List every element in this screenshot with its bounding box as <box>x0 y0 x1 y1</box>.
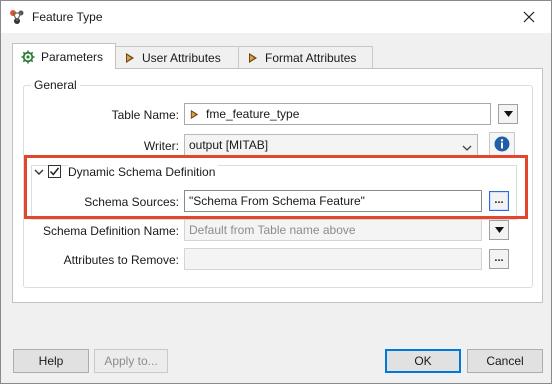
writer-info-button[interactable] <box>489 132 515 156</box>
attribute-arrow-icon <box>124 52 136 64</box>
ok-button[interactable]: OK <box>385 349 461 373</box>
schema-sources-value: "Schema From Schema Feature" <box>189 194 365 208</box>
tab-format-attributes[interactable]: Format Attributes <box>238 46 373 68</box>
general-group-title: General <box>31 78 80 92</box>
table-name-value: fme_feature_type <box>206 107 300 121</box>
writer-value: output [MITAB] <box>189 138 269 152</box>
attribute-arrow-icon <box>189 109 200 120</box>
help-button[interactable]: Help <box>13 349 89 373</box>
attributes-to-remove-label: Attributes to Remove: <box>63 253 179 267</box>
table-name-field[interactable]: fme_feature_type <box>184 103 491 125</box>
feature-type-dialog: Feature Type Parameters User Attributes … <box>0 0 552 384</box>
close-button[interactable] <box>517 5 541 29</box>
collapse-chevron-icon[interactable] <box>34 166 44 180</box>
dynamic-schema-checkbox[interactable] <box>48 165 61 178</box>
attributes-to-remove-field[interactable] <box>184 248 482 270</box>
tab-parameters-label: Parameters <box>41 49 104 64</box>
attribute-arrow-icon <box>247 52 259 64</box>
table-name-dropdown-button[interactable] <box>498 104 518 124</box>
attributes-to-remove-browse-button[interactable]: ... <box>489 249 509 269</box>
tab-format-attributes-label: Format Attributes <box>265 50 357 65</box>
schema-definition-name-dropdown-button[interactable] <box>489 220 509 240</box>
info-icon <box>494 136 510 152</box>
triangle-down-icon <box>494 227 504 233</box>
tab-user-attributes-label: User Attributes <box>142 50 221 65</box>
table-name-label: Table Name: <box>111 108 179 122</box>
fme-app-icon <box>8 8 26 26</box>
schema-sources-field[interactable]: "Schema From Schema Feature" <box>184 190 482 212</box>
chevron-down-icon <box>462 141 472 155</box>
gear-icon <box>21 50 35 64</box>
dynamic-schema-label: Dynamic Schema Definition <box>68 165 219 179</box>
window-title: Feature Type <box>32 10 103 24</box>
schema-definition-name-field[interactable]: Default from Table name above <box>184 219 482 241</box>
writer-label: Writer: <box>143 139 179 153</box>
cancel-button[interactable]: Cancel <box>467 349 543 373</box>
writer-select[interactable]: output [MITAB] <box>184 134 478 156</box>
schema-definition-name-placeholder: Default from Table name above <box>189 223 356 237</box>
schema-sources-label: Schema Sources: <box>84 195 179 209</box>
apply-to-button[interactable]: Apply to... <box>94 349 168 373</box>
schema-definition-name-label: Schema Definition Name: <box>42 224 179 238</box>
schema-sources-browse-button[interactable]: ... <box>489 191 509 211</box>
close-icon <box>523 11 535 23</box>
tab-parameters[interactable]: Parameters <box>12 43 116 69</box>
tab-user-attributes[interactable]: User Attributes <box>115 46 239 68</box>
triangle-down-icon <box>503 111 513 117</box>
title-bar: Feature Type <box>1 1 551 33</box>
checkmark-icon <box>49 167 60 176</box>
